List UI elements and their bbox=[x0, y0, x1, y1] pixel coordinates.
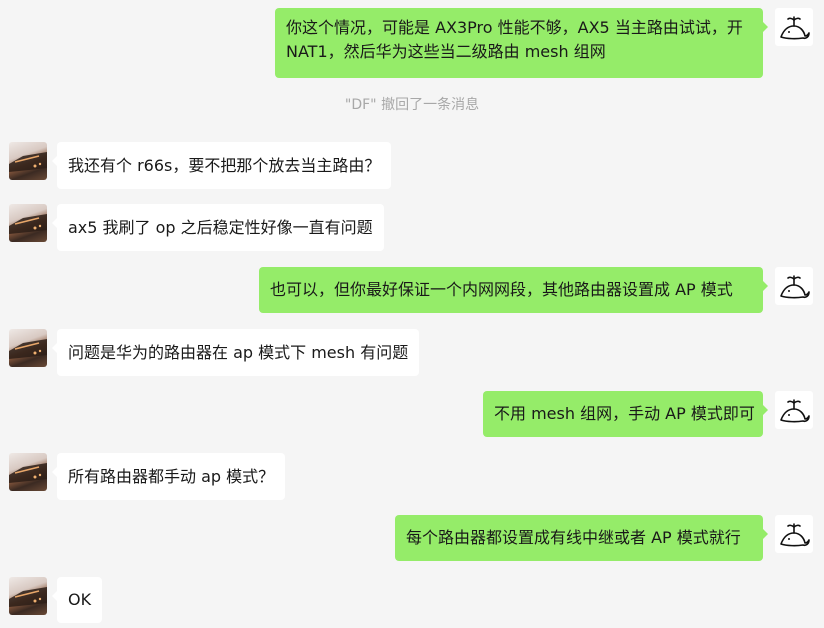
message-text: 也可以，但你最好保证一个内网网段，其他路由器设置成 AP 模式 bbox=[270, 280, 733, 299]
photo-avatar-image bbox=[9, 214, 47, 234]
message-bubble-incoming[interactable]: 问题是华为的路由器在 ap 模式下 mesh 有问题 bbox=[51, 329, 420, 376]
contact-avatar[interactable] bbox=[9, 329, 47, 367]
whale-sprout-icon bbox=[780, 275, 810, 299]
message-bubble-outgoing[interactable]: 每个路由器都设置成有线中继或者 AP 模式就行 bbox=[395, 515, 768, 561]
photo-avatar-image bbox=[9, 587, 47, 607]
message-text: 所有路由器都手动 ap 模式？ bbox=[68, 466, 275, 486]
photo-avatar-image bbox=[9, 152, 47, 172]
photo-avatar-image bbox=[9, 339, 47, 359]
message-text: 你这个情况，可能是 AX3Pro 性能不够，AX5 当主路由试试，开 NAT1，… bbox=[286, 18, 743, 61]
self-avatar[interactable] bbox=[775, 267, 813, 305]
message-bubble-outgoing[interactable]: 你这个情况，可能是 AX3Pro 性能不够，AX5 当主路由试试，开 NAT1，… bbox=[275, 8, 768, 78]
self-avatar[interactable] bbox=[775, 8, 813, 46]
self-avatar[interactable] bbox=[775, 515, 813, 553]
chat-area[interactable]: 你这个情况，可能是 AX3Pro 性能不够，AX5 当主路由试试，开 NAT1，… bbox=[0, 0, 824, 628]
contact-avatar[interactable] bbox=[9, 142, 47, 180]
message-bubble-incoming[interactable]: OK bbox=[51, 577, 103, 623]
message-text: 每个路由器都设置成有线中继或者 AP 模式就行 bbox=[406, 528, 741, 547]
photo-avatar-image bbox=[9, 463, 47, 483]
whale-sprout-icon bbox=[780, 523, 810, 547]
message-text: 我还有个 r66s，要不把那个放去当主路由？ bbox=[68, 155, 381, 175]
message-bubble-incoming[interactable]: 所有路由器都手动 ap 模式？ bbox=[51, 453, 286, 500]
self-avatar[interactable] bbox=[775, 391, 813, 429]
message-text: 问题是华为的路由器在 ap 模式下 mesh 有问题 bbox=[68, 342, 409, 362]
message-bubble-outgoing[interactable]: 不用 mesh 组网，手动 AP 模式即可 bbox=[483, 391, 768, 437]
contact-avatar[interactable] bbox=[9, 577, 47, 615]
whale-sprout-icon bbox=[780, 16, 810, 40]
contact-avatar[interactable] bbox=[9, 204, 47, 242]
message-text: ax5 我刷了 op 之后稳定性好像一直有问题 bbox=[68, 217, 373, 237]
message-bubble-outgoing[interactable]: 也可以，但你最好保证一个内网网段，其他路由器设置成 AP 模式 bbox=[259, 267, 768, 313]
message-text: OK bbox=[68, 590, 92, 609]
message-bubble-incoming[interactable]: 我还有个 r66s，要不把那个放去当主路由？ bbox=[51, 142, 392, 189]
message-bubble-incoming[interactable]: ax5 我刷了 op 之后稳定性好像一直有问题 bbox=[52, 204, 384, 251]
recall-notice: "DF" 撤回了一条消息 bbox=[344, 97, 480, 113]
message-text: 不用 mesh 组网，手动 AP 模式即可 bbox=[494, 404, 755, 423]
whale-sprout-icon bbox=[780, 399, 810, 423]
contact-avatar[interactable] bbox=[9, 453, 47, 491]
